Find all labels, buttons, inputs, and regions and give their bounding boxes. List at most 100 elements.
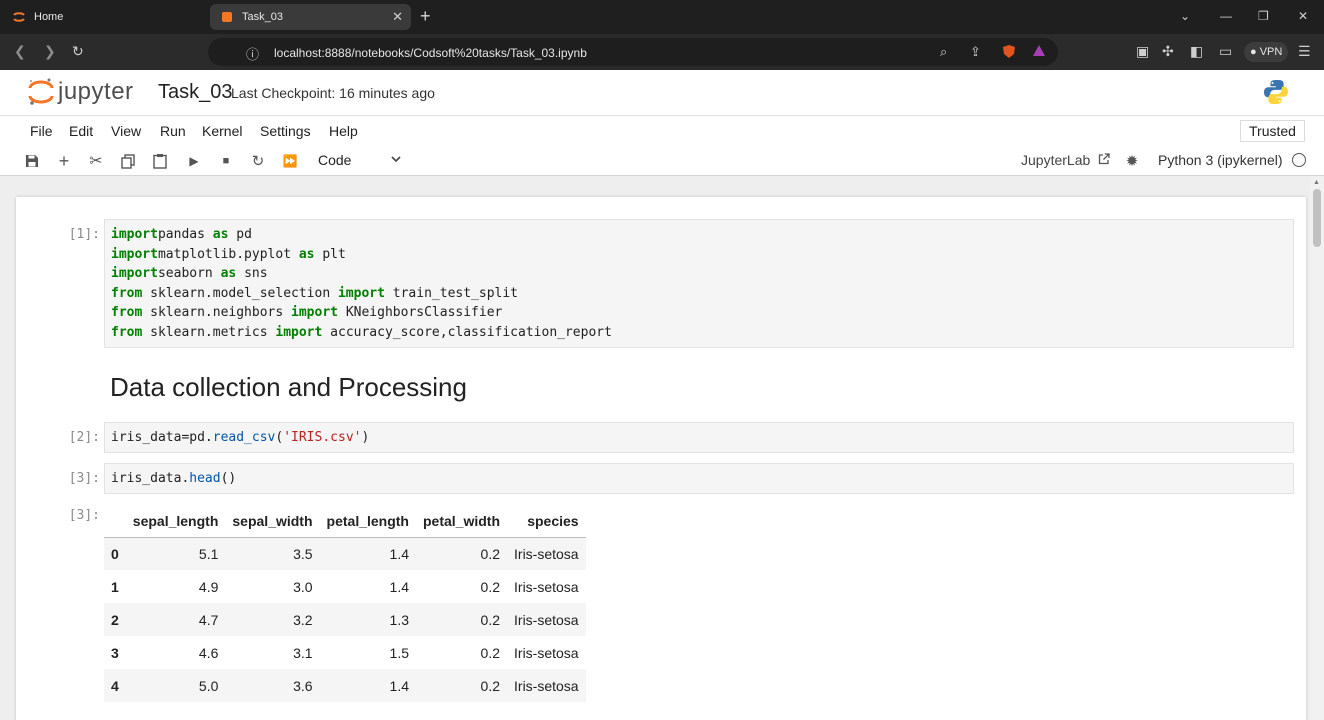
table-header-row: sepal_length sepal_width petal_length petal… [104, 505, 586, 538]
jupyter-logo[interactable]: jupyter [28, 77, 134, 107]
code-token: KNeighborsClassifier [338, 305, 503, 321]
code-token: as [298, 246, 315, 262]
table-column-header: petal_length [319, 505, 416, 538]
table-cell: 3.5 [225, 537, 320, 570]
vertical-scrollbar[interactable]: ▲ [1310, 177, 1324, 720]
jupyter-favicon-icon [12, 10, 26, 24]
scrollbar-thumb[interactable] [1313, 189, 1321, 247]
extension-icon[interactable]: ▣ [1136, 43, 1149, 60]
chevron-down-icon[interactable] [390, 152, 402, 170]
code-token: as [212, 227, 229, 242]
row-index: 2 [104, 603, 126, 636]
code-token: import [111, 266, 158, 282]
cut-icon[interactable]: ✂ [86, 151, 106, 171]
tab-task-03[interactable]: Task_03 ✕ [210, 4, 411, 30]
tab-home[interactable]: Home [2, 4, 202, 30]
url-text: localhost:8888/notebooks/Codsoft%20tasks… [274, 46, 587, 60]
menu-run[interactable]: Run [160, 123, 186, 139]
code-cell-3[interactable]: iris_data.head() [104, 463, 1294, 494]
trusted-indicator[interactable]: Trusted [1240, 120, 1305, 142]
table-cell: 1.4 [389, 578, 409, 595]
minimize-icon[interactable]: — [1220, 9, 1232, 23]
restart-kernel-icon[interactable]: ↻ [248, 151, 268, 171]
menu-hamburger-icon[interactable]: ☰ [1298, 43, 1311, 60]
extensions-puzzle-icon[interactable]: ✣ [1162, 43, 1174, 60]
code-token: train_test_split [384, 285, 519, 301]
table-row: 2 4.7 3.2 1.3 0.2 Iris-setosa [104, 603, 586, 636]
reload-icon[interactable]: ↻ [72, 43, 84, 60]
table-body: 0 5.1 3.5 1.4 0.2 Iris-setosa 1 4.9 3.0 1.4 0.2 Iri… [104, 537, 586, 702]
site-info-icon[interactable]: ⓘ [246, 44, 259, 63]
notebook-favicon-icon [220, 10, 234, 24]
tab-search-chevron-icon[interactable]: ⌄ [1180, 9, 1190, 23]
menu-kernel[interactable]: Kernel [202, 123, 242, 139]
table-cell: 3.2 [225, 603, 320, 636]
kernel-name[interactable]: Python 3 (ipykernel) [1158, 152, 1283, 168]
brave-shield-icon[interactable] [1002, 44, 1016, 62]
table-cell: 0.2 [480, 578, 501, 595]
new-tab-icon[interactable]: + [420, 7, 431, 25]
code-token: import [337, 285, 385, 301]
code-token: import [111, 227, 158, 242]
back-icon[interactable]: ❮ [14, 43, 26, 60]
url-field[interactable]: ⓘ localhost:8888/notebooks/Codsoft%20tas… [208, 38, 1058, 66]
close-tab-icon[interactable]: ✕ [392, 9, 403, 25]
debugger-bug-icon[interactable]: ✹ [1122, 151, 1142, 171]
notebook-area: [1]: importpandas as pd importmatplotlib.… [0, 177, 1324, 720]
menu-edit[interactable]: Edit [69, 123, 93, 139]
code-token: ) [361, 430, 370, 445]
table-row: 4 5.0 3.6 1.4 0.2 Iris-setosa [104, 669, 586, 702]
interrupt-kernel-icon[interactable]: ■ [216, 151, 236, 171]
paste-icon[interactable] [150, 151, 170, 171]
table-cell: 0.2 [416, 537, 508, 570]
brave-rewards-icon[interactable] [1032, 44, 1046, 60]
table-row: 0 5.1 3.5 1.4 0.2 Iris-setosa [104, 537, 586, 570]
kernel-status-icon [1292, 153, 1306, 167]
code-token: sklearn.neighbors [142, 305, 292, 321]
last-checkpoint: Last Checkpoint: 16 minutes ago [231, 85, 435, 101]
code-line: importseaborn as sns [111, 264, 1287, 284]
run-cell-icon[interactable]: ▶ [184, 151, 204, 171]
restart-run-all-icon[interactable]: ⏩ [280, 151, 300, 171]
scroll-up-arrow-icon[interactable]: ▲ [1313, 179, 1320, 186]
code-token: sklearn.metrics [142, 324, 276, 340]
zoom-icon[interactable]: ⌕ [940, 44, 947, 60]
close-window-icon[interactable]: ✕ [1298, 9, 1308, 23]
restore-icon[interactable]: ❐ [1258, 9, 1269, 23]
add-cell-icon[interactable]: + [54, 151, 74, 171]
table-column-header: sepal_width [225, 505, 320, 538]
code-token: matplotlib.pyplot [157, 246, 299, 262]
save-icon[interactable] [22, 151, 42, 171]
browser-address-bar: ❮ ❯ ↻ ⓘ localhost:8888/notebooks/Codsoft… [0, 34, 1324, 70]
code-token: plt [314, 246, 346, 262]
code-cell-2[interactable]: iris_data=pd.read_csv('IRIS.csv') [104, 422, 1294, 453]
code-token: () [220, 471, 237, 486]
forward-icon[interactable]: ❯ [44, 43, 56, 60]
share-icon[interactable]: ⇪ [970, 44, 981, 60]
table-cell: Iris-setosa [507, 603, 586, 636]
menu-settings[interactable]: Settings [260, 123, 311, 139]
cell-type-select[interactable]: Code [318, 152, 351, 168]
code-token: head [189, 471, 221, 486]
code-line: iris_data=pd.read_csv('IRIS.csv') [111, 428, 1287, 448]
code-token: seaborn [157, 266, 221, 282]
row-index: 1 [111, 578, 119, 595]
table-cell: Iris-setosa [507, 537, 586, 570]
vpn-button[interactable]: ● VPN [1244, 42, 1289, 62]
open-jupyterlab-link[interactable]: JupyterLab [1021, 152, 1110, 168]
code-token: iris_data=pd. [111, 430, 213, 445]
jupyter-header: jupyter Task_03 Last Checkpoint: 16 minu… [0, 70, 1324, 116]
code-cell-1[interactable]: importpandas as pd importmatplotlib.pyplo… [104, 219, 1294, 348]
wallet-icon[interactable]: ▭ [1219, 43, 1232, 60]
menu-file[interactable]: File [30, 123, 53, 139]
table-cell: 0.2 [480, 644, 501, 661]
notebook-page: [1]: importpandas as pd importmatplotlib.… [16, 197, 1306, 720]
sidebar-icon[interactable]: ◧ [1190, 43, 1203, 60]
menu-help[interactable]: Help [329, 123, 358, 139]
copy-icon[interactable] [118, 151, 138, 171]
code-token: from [111, 324, 143, 340]
code-token: sns [236, 266, 268, 282]
table-cell: 4.9 [198, 578, 219, 595]
menu-view[interactable]: View [111, 123, 141, 139]
notebook-title[interactable]: Task_03 [158, 81, 233, 104]
